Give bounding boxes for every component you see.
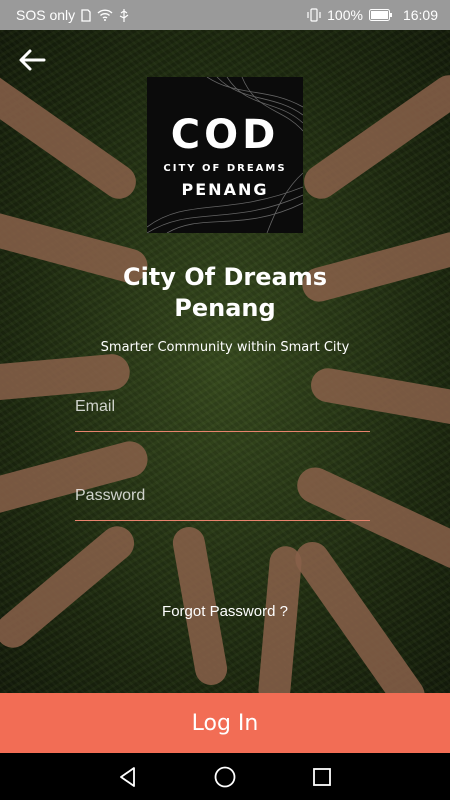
- app-logo: COD CITY OF DREAMS PENANG: [147, 77, 303, 233]
- usb-icon: [119, 8, 129, 22]
- vibrate-icon: [307, 8, 321, 22]
- forgot-password-link[interactable]: Forgot Password ?: [0, 603, 450, 620]
- status-right: 100% 16:09: [307, 7, 438, 23]
- nav-recents-icon: [312, 767, 331, 786]
- status-left: SOS only: [16, 7, 129, 23]
- logo-mark: COD: [170, 112, 280, 158]
- logo-line2: PENANG: [181, 180, 269, 199]
- page-title: City Of Dreams Penang: [0, 262, 450, 324]
- battery-icon: [368, 9, 392, 21]
- nav-home-button[interactable]: [210, 762, 240, 792]
- password-field[interactable]: [75, 471, 370, 521]
- page-subtitle: Smarter Community within Smart City: [100, 340, 350, 355]
- wifi-icon: [97, 9, 113, 21]
- logo-line1: CITY OF DREAMS: [163, 163, 287, 174]
- email-field[interactable]: [75, 382, 370, 432]
- battery-percent: 100%: [327, 7, 363, 23]
- logo-brand: COD CITY OF DREAMS PENANG: [147, 115, 303, 199]
- title-line1: City Of Dreams: [122, 263, 328, 291]
- status-bar: SOS only 100% 16:09: [0, 0, 450, 30]
- system-nav-bar: [0, 753, 450, 800]
- nav-recents-button[interactable]: [307, 762, 337, 792]
- nav-home-icon: [214, 766, 236, 787]
- carrier-label: SOS only: [16, 7, 76, 23]
- nav-back-button[interactable]: [113, 762, 143, 792]
- back-arrow-icon: [19, 49, 46, 71]
- sim-icon: [81, 8, 91, 22]
- clock: 16:09: [402, 7, 438, 23]
- nav-back-icon: [120, 766, 136, 787]
- login-button[interactable]: Log In: [0, 693, 450, 753]
- title-line2: Penang: [174, 294, 276, 322]
- back-button[interactable]: [16, 46, 48, 74]
